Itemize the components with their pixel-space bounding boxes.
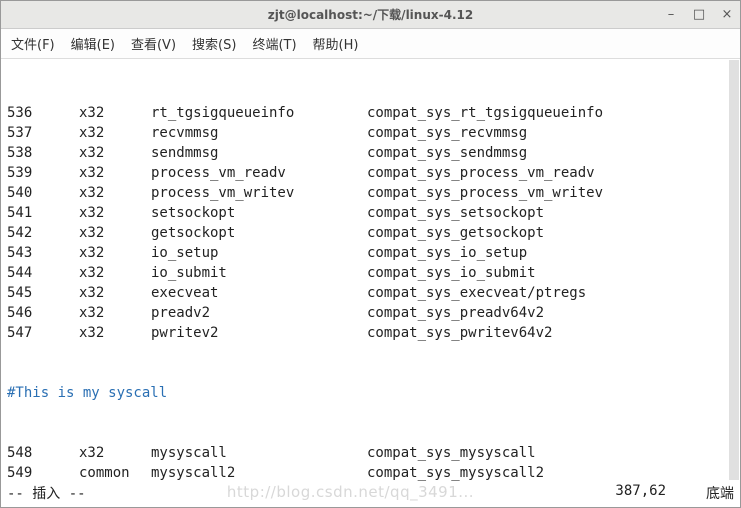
syscall-name: sendmmsg [151, 143, 367, 163]
syscall-name: recvmmsg [151, 123, 367, 143]
window-title: zjt@localhost:~/下载/linux-4.12 [268, 6, 473, 23]
maximize-button[interactable]: □ [692, 7, 706, 22]
syscall-comment: #This is my syscall [7, 383, 734, 403]
syscall-row: 538x32sendmmsgcompat_sys_sendmmsg [7, 143, 734, 163]
syscall-row: 547x32pwritev2compat_sys_pwritev64v2 [7, 323, 734, 343]
syscall-entry: compat_sys_pwritev64v2 [367, 323, 552, 343]
syscall-name: setsockopt [151, 203, 367, 223]
vim-mode: -- 插入 -- [7, 483, 86, 503]
syscall-abi: x32 [79, 203, 151, 223]
menubar: 文件(F) 编辑(E) 查看(V) 搜索(S) 终端(T) 帮助(H) [1, 29, 740, 59]
syscall-number: 540 [7, 183, 79, 203]
syscall-number: 536 [7, 103, 79, 123]
syscall-entry: compat_sys_sendmmsg [367, 143, 527, 163]
syscall-number: 545 [7, 283, 79, 303]
menu-search[interactable]: 搜索(S) [192, 34, 236, 53]
syscall-row: 544x32io_submitcompat_sys_io_submit [7, 263, 734, 283]
syscall-entry: compat_sys_io_setup [367, 243, 527, 263]
syscall-entry: compat_sys_rt_tgsigqueueinfo [367, 103, 603, 123]
syscall-name: getsockopt [151, 223, 367, 243]
syscall-abi: x32 [79, 443, 151, 463]
syscall-row: 539x32process_vm_readvcompat_sys_process… [7, 163, 734, 183]
syscall-name: mysyscall [151, 443, 367, 463]
syscall-number: 539 [7, 163, 79, 183]
syscall-abi: common [79, 463, 151, 483]
syscall-abi: x32 [79, 163, 151, 183]
syscall-row: 541x32setsockoptcompat_sys_setsockopt [7, 203, 734, 223]
syscall-number: 547 [7, 323, 79, 343]
syscall-abi: x32 [79, 103, 151, 123]
syscall-name: process_vm_readv [151, 163, 367, 183]
syscall-abi: x32 [79, 303, 151, 323]
minimize-button[interactable]: – [664, 7, 678, 22]
syscall-name: rt_tgsigqueueinfo [151, 103, 367, 123]
syscall-abi: x32 [79, 123, 151, 143]
syscall-name: preadv2 [151, 303, 367, 323]
syscall-entry: compat_sys_io_submit [367, 263, 536, 283]
menu-terminal[interactable]: 终端(T) [252, 34, 296, 53]
scrollbar[interactable] [729, 60, 739, 480]
syscall-abi: x32 [79, 223, 151, 243]
syscall-row: 549commonmysyscall2compat_sys_mysyscall2 [7, 463, 734, 483]
syscall-name: process_vm_writev [151, 183, 367, 203]
menu-edit[interactable]: 编辑(E) [71, 34, 115, 53]
syscall-row: 546x32preadv2compat_sys_preadv64v2 [7, 303, 734, 323]
syscall-entry: compat_sys_setsockopt [367, 203, 544, 223]
syscall-number: 541 [7, 203, 79, 223]
syscall-name: io_setup [151, 243, 367, 263]
syscall-number: 548 [7, 443, 79, 463]
syscall-abi: x32 [79, 323, 151, 343]
scrollbar-thumb[interactable] [729, 60, 739, 480]
vim-statusline: -- 插入 -- http://blog.csdn.net/qq_3491...… [1, 483, 740, 507]
syscall-number: 538 [7, 143, 79, 163]
syscall-abi: x32 [79, 183, 151, 203]
cursor-position: 387,62 [615, 483, 666, 503]
syscall-number: 546 [7, 303, 79, 323]
syscall-row: 536x32rt_tgsigqueueinfocompat_sys_rt_tgs… [7, 103, 734, 123]
syscall-row: 542x32getsockoptcompat_sys_getsockopt [7, 223, 734, 243]
syscall-entry: compat_sys_preadv64v2 [367, 303, 544, 323]
syscall-row: 548x32mysyscallcompat_sys_mysyscall [7, 443, 734, 463]
window-controls: – □ × [664, 1, 734, 28]
syscall-entry: compat_sys_mysyscall2 [367, 463, 544, 483]
menu-view[interactable]: 查看(V) [131, 34, 176, 53]
syscall-abi: x32 [79, 143, 151, 163]
menu-file[interactable]: 文件(F) [11, 34, 55, 53]
titlebar: zjt@localhost:~/下载/linux-4.12 – □ × [1, 1, 740, 29]
syscall-number: 542 [7, 223, 79, 243]
syscall-name: execveat [151, 283, 367, 303]
syscall-entry: compat_sys_mysyscall [367, 443, 536, 463]
syscall-number: 544 [7, 263, 79, 283]
syscall-name: io_submit [151, 263, 367, 283]
terminal-window: zjt@localhost:~/下载/linux-4.12 – □ × 文件(F… [0, 0, 741, 508]
syscall-abi: x32 [79, 263, 151, 283]
syscall-row: 540x32process_vm_writevcompat_sys_proces… [7, 183, 734, 203]
syscall-row: 543x32io_setupcompat_sys_io_setup [7, 243, 734, 263]
watermark-text: http://blog.csdn.net/qq_3491... [86, 483, 616, 503]
syscall-row: 545x32execveatcompat_sys_execveat/ptregs [7, 283, 734, 303]
syscall-name: mysyscall2 [151, 463, 367, 483]
scroll-position: 底端 [706, 483, 734, 503]
syscall-entry: compat_sys_process_vm_readv [367, 163, 595, 183]
syscall-row: 537x32recvmmsgcompat_sys_recvmmsg [7, 123, 734, 143]
syscall-entry: compat_sys_recvmmsg [367, 123, 527, 143]
syscall-name: pwritev2 [151, 323, 367, 343]
syscall-entry: compat_sys_getsockopt [367, 223, 544, 243]
syscall-number: 543 [7, 243, 79, 263]
syscall-abi: x32 [79, 243, 151, 263]
menu-help[interactable]: 帮助(H) [313, 34, 359, 53]
syscall-entry: compat_sys_process_vm_writev [367, 183, 603, 203]
syscall-number: 549 [7, 463, 79, 483]
terminal-area[interactable]: 536x32rt_tgsigqueueinfocompat_sys_rt_tgs… [1, 59, 740, 483]
close-button[interactable]: × [720, 7, 734, 22]
syscall-entry: compat_sys_execveat/ptregs [367, 283, 586, 303]
syscall-number: 537 [7, 123, 79, 143]
syscall-abi: x32 [79, 283, 151, 303]
